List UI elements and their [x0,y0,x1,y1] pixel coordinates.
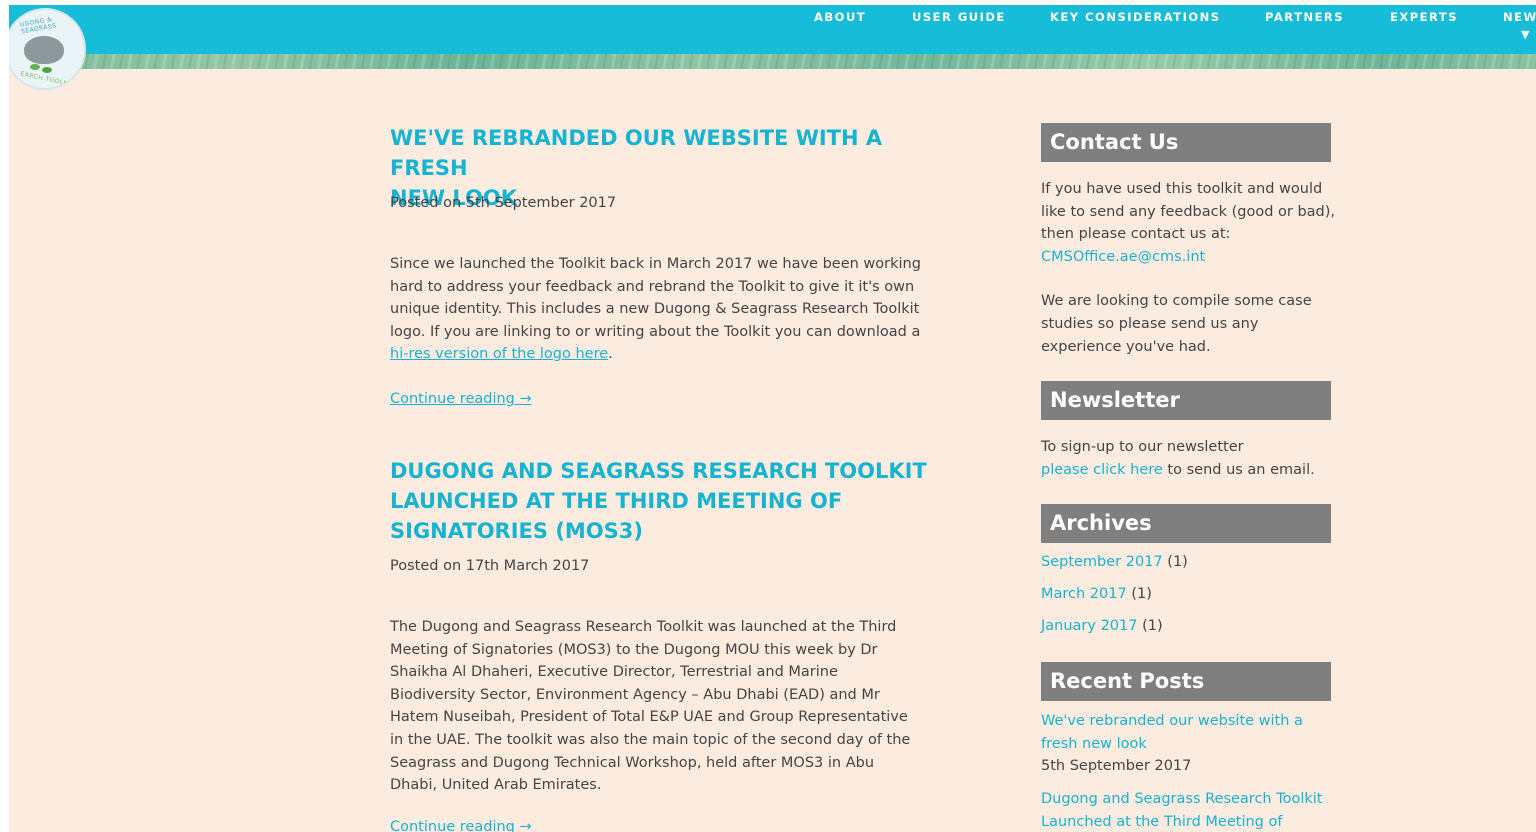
site-header: ABOUT USER GUIDE KEY CONSIDERATIONS PART… [9,5,1536,69]
archive-item: September 2017 (1) [1041,554,1188,570]
newsletter-intro: To sign-up to our newsletter [1041,439,1244,455]
continue-reading-link[interactable]: Continue reading → [390,819,532,832]
page: ABOUT USER GUIDE KEY CONSIDERATIONS PART… [9,5,1536,832]
seagrass-leaf-icon [42,67,52,73]
newsletter-text-after: to send us an email. [1162,461,1315,478]
logo-ring-text-top: UGONG & SEAGRASS [19,15,58,36]
post-title-line[interactable]: DUGONG AND SEAGRASS RESEARCH TOOLKIT [390,456,930,486]
recent-post-link[interactable]: fresh new look [1041,733,1341,756]
seagrass-leaf-icon [30,64,40,70]
widget-title-newsletter: Newsletter [1041,381,1331,420]
contact-email-link[interactable]: CMSOffice.ae@cms.int [1041,246,1341,269]
newsletter-link[interactable]: please click here [1041,462,1163,478]
contact-text: If you have used this toolkit and would … [1041,178,1341,358]
logo-ring-text-bottom: EARCH TOOLKIT [19,70,75,89]
nav-partners[interactable]: PARTNERS [1265,10,1344,24]
widget-title-recent-posts: Recent Posts [1041,662,1331,701]
recent-post-item: We've rebranded our website with a fresh… [1041,710,1341,778]
nav-experts[interactable]: EXPERTS [1390,10,1458,24]
post-title-line[interactable]: SIGNATORIES (MOS3) [390,516,930,546]
dugong-icon [24,36,64,64]
archive-count: (1) [1126,586,1152,602]
recent-post-link[interactable]: We've rebranded our website with a [1041,710,1341,733]
archive-count: (1) [1162,554,1188,570]
widget-title-contact: Contact Us [1041,123,1331,162]
archive-item: March 2017 (1) [1041,586,1152,602]
contact-intro: If you have used this toolkit and would … [1041,181,1336,243]
nav-key-considerations[interactable]: KEY CONSIDERATIONS [1050,10,1221,24]
continue-reading-link[interactable]: Continue reading → [390,391,532,407]
newsletter-text: To sign-up to our newsletter please clic… [1041,436,1341,481]
recent-post-link[interactable]: Launched at the Third Meeting of [1041,811,1341,832]
dropdown-caret-icon[interactable]: ▼ [1521,28,1529,41]
site-logo[interactable]: UGONG & SEAGRASS EARCH TOOLKIT [9,8,86,90]
seagrass-banner [9,54,1536,69]
post-date: Posted on 5th September 2017 [390,195,617,211]
recent-post-link[interactable]: Dugong and Seagrass Research Toolkit [1041,788,1341,811]
post-excerpt-text-end: . [608,346,613,363]
archive-item: January 2017 (1) [1041,618,1163,634]
post-title-launch[interactable]: DUGONG AND SEAGRASS RESEARCH TOOLKIT LAU… [390,456,930,546]
archive-link[interactable]: January 2017 [1041,618,1137,634]
archive-link[interactable]: March 2017 [1041,586,1127,602]
nav-news[interactable]: NEW [1503,10,1536,24]
archive-link[interactable]: September 2017 [1041,554,1163,570]
post-excerpt: The Dugong and Seagrass Research Toolkit… [390,619,911,794]
archive-count: (1) [1137,618,1163,634]
nav-user-guide[interactable]: USER GUIDE [912,10,1006,24]
post-excerpt: Since we launched the Toolkit back in Ma… [390,253,930,366]
post-title-line[interactable]: WE'VE REBRANDED OUR WEBSITE WITH A FRESH [390,123,930,183]
case-studies-text: We are looking to compile some case stud… [1041,293,1312,355]
post-title-line[interactable]: LAUNCHED AT THE THIRD MEETING OF [390,486,930,516]
nav-about[interactable]: ABOUT [814,10,866,24]
logo-download-link[interactable]: hi-res version of the logo here [390,346,608,362]
newsletter-line: please click here to send us an email. [1041,459,1341,482]
post-date: Posted on 17th March 2017 [390,558,590,574]
recent-post-date: 5th September 2017 [1041,758,1192,775]
post-excerpt-text: Since we launched the Toolkit back in Ma… [390,256,921,340]
widget-title-archives: Archives [1041,504,1331,543]
recent-post-item: Dugong and Seagrass Research Toolkit Lau… [1041,788,1341,832]
